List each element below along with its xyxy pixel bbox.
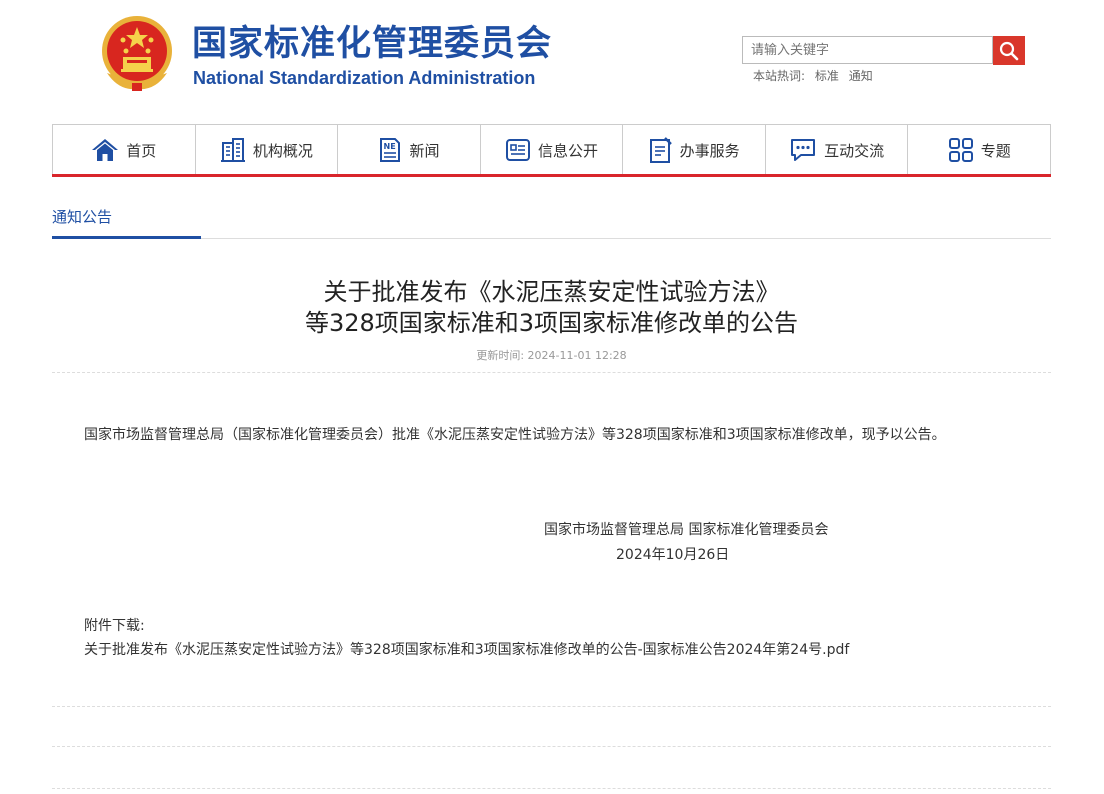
divider [52,788,1051,789]
grid-icon [948,138,973,162]
nav-item-label: 新闻 [409,141,440,160]
nav-item-label: 机构概况 [252,141,313,160]
article-updated-time: 更新时间: 2024-11-01 12:28 [476,349,627,362]
nav-item-label: 首页 [126,141,157,160]
home-icon [92,139,119,161]
article-signature: 国家市场监督管理总局 国家标准化管理委员会 [544,522,829,538]
nav-item-interaction[interactable]: 互动交流 [766,125,909,175]
article-title-line2: 等328项国家标准和3项国家标准修改单的公告 [304,309,799,337]
nav-item-about[interactable]: 机构概况 [196,125,339,175]
divider [52,706,1051,707]
tab-active-indicator [52,236,201,239]
section-divider [52,238,1051,239]
info-icon [506,139,531,161]
hot-words-label: 本站热词: [753,69,806,83]
article-body: 国家市场监督管理总局（国家标准化管理委员会）批准《水泥压蒸安定性试验方法》等32… [84,427,946,443]
hot-word-link[interactable]: 标准 [815,69,839,83]
nav-item-label: 互动交流 [824,141,885,160]
tab-notices[interactable]: 通知公告 [52,207,112,227]
hot-word-link[interactable]: 通知 [849,69,873,83]
search-icon [999,41,1019,60]
nav-item-label: 办事服务 [679,141,740,160]
nav-item-news[interactable]: NE 新闻 [338,125,481,175]
nav-item-topics[interactable]: 专题 [908,125,1050,175]
search-button[interactable] [993,36,1025,65]
building-icon [220,138,245,162]
news-icon: NE [380,138,401,162]
service-icon [649,137,672,163]
attachment-link[interactable]: 关于批准发布《水泥压蒸安定性试验方法》等328项国家标准和3项国家标准修改单的公… [84,639,849,661]
search-input[interactable] [742,36,993,64]
divider [52,746,1051,747]
chat-icon [791,139,816,161]
attachment-label: 附件下载: [84,618,145,634]
national-emblem-logo [99,13,175,93]
nav-item-label: 专题 [980,141,1011,160]
nav-item-home[interactable]: 首页 [53,125,196,175]
article-title-line1: 关于批准发布《水泥压蒸安定性试验方法》 [323,278,780,306]
site-title-en: National Standardization Administration [193,68,536,88]
article-date: 2024年10月26日 [616,547,730,563]
site-title-cn: 国家标准化管理委员会 [192,24,553,64]
hot-words: 本站热词: 标准 通知 [753,68,879,84]
main-nav: 首页 机构概况 NE 新闻 信息公开 办事服务 互动交流 专题 [52,124,1051,175]
nav-item-service[interactable]: 办事服务 [623,125,766,175]
svg-text:NE: NE [384,142,396,151]
nav-bottom-bar [52,174,1051,177]
nav-item-info[interactable]: 信息公开 [481,125,624,175]
nav-item-label: 信息公开 [538,141,599,160]
divider [52,372,1051,373]
